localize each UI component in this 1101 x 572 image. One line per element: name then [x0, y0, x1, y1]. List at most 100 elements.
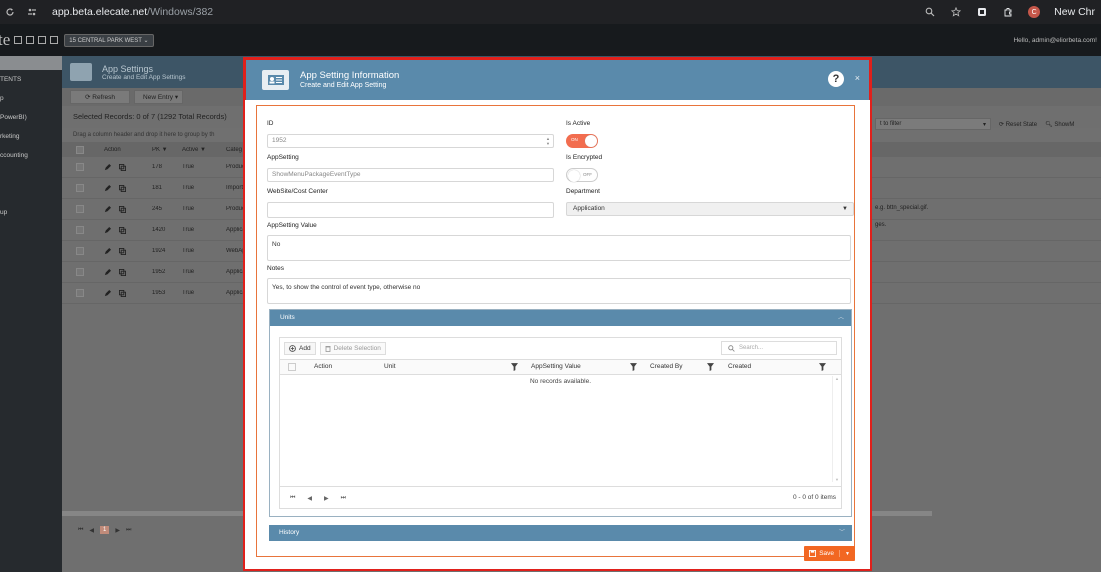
id-spinner[interactable]: ▲ ▼ [546, 136, 550, 146]
filter-icon[interactable] [511, 363, 518, 371]
pager-first[interactable]: ⏮ [78, 527, 83, 534]
plus-circle-icon [289, 345, 296, 352]
save-button[interactable]: Save ▼ [804, 546, 855, 561]
bookmark-star-icon[interactable] [950, 6, 962, 18]
units-select-all-checkbox[interactable] [288, 363, 296, 371]
copy-icon[interactable] [119, 184, 126, 192]
address-bar[interactable]: app.beta.elecate.net/Windows/382 [52, 6, 213, 18]
chevron-up-icon[interactable]: ︿ [838, 310, 844, 326]
units-col-created[interactable]: Created [728, 363, 751, 370]
units-vertical-scrollbar[interactable]: ▲ ▼ [832, 376, 841, 482]
row-checkbox[interactable] [76, 184, 84, 192]
row-checkbox[interactable] [76, 268, 84, 276]
puzzle-extensions-icon[interactable] [1002, 6, 1014, 18]
copy-icon[interactable] [119, 163, 126, 171]
filter-icon[interactable] [707, 363, 714, 371]
chevron-down-icon[interactable]: ﹀ [839, 525, 845, 541]
edit-pencil-icon[interactable] [104, 268, 111, 276]
edit-pencil-icon[interactable] [104, 163, 111, 171]
id-field[interactable]: 1952 ▲ ▼ [267, 134, 554, 148]
copy-icon[interactable] [119, 289, 126, 297]
units-col-unit[interactable]: Unit [384, 363, 396, 370]
filter-dropdown[interactable]: t to filter ▾ [875, 118, 991, 130]
grid-icon[interactable] [14, 36, 23, 44]
appsetting-value-textarea[interactable]: No [267, 235, 851, 261]
units-pager-first[interactable]: ⏮ [290, 495, 295, 502]
pager-next[interactable]: ▶ [115, 527, 120, 534]
truck-icon[interactable] [26, 36, 35, 44]
save-options-caret[interactable]: ▼ [840, 551, 855, 557]
units-col-action[interactable]: Action [314, 363, 332, 370]
app-logo[interactable]: te [0, 30, 10, 50]
sidebar-item-blank-2[interactable] [0, 184, 62, 203]
edit-pencil-icon[interactable] [104, 289, 111, 297]
copy-icon[interactable] [119, 247, 126, 255]
row-checkbox[interactable] [76, 247, 84, 255]
is-active-toggle[interactable]: ON [566, 134, 598, 148]
sidebar-item-accounting[interactable]: ccounting [0, 146, 62, 165]
phone-icon[interactable] [50, 36, 59, 44]
sidebar-item-blank-1[interactable] [0, 165, 62, 184]
pager-prev[interactable]: ◀ [89, 527, 94, 534]
notes-textarea[interactable]: Yes, to show the control of event type, … [267, 278, 851, 304]
edit-pencil-icon[interactable] [104, 247, 111, 255]
refresh-button[interactable]: ⟳ Refresh [70, 90, 131, 104]
units-col-appsetting-value[interactable]: AppSetting Value [531, 363, 581, 370]
browser-toolbar: app.beta.elecate.net/Windows/382 C New C… [0, 0, 1101, 24]
units-pager-prev[interactable]: ◀ [307, 495, 312, 502]
website-label: WebSite/Cost Center [267, 188, 328, 195]
copy-icon[interactable] [119, 268, 126, 276]
show-button[interactable]: 🔍︎ ShowM [1045, 121, 1074, 128]
profile-avatar[interactable]: C [1028, 6, 1041, 18]
location-dropdown[interactable]: 15 CENTRAL PARK WEST ⌄ [64, 33, 154, 47]
help-icon[interactable]: ? [828, 71, 844, 87]
sidebar-item-setup[interactable]: up [0, 203, 62, 222]
user-greeting[interactable]: Hello, admin@eliorbeta.com! [1013, 37, 1097, 44]
pager-last[interactable]: ⏭ [126, 527, 131, 534]
row-checkbox[interactable] [76, 289, 84, 297]
add-unit-button[interactable]: Add [284, 342, 316, 355]
copy-icon[interactable] [119, 226, 126, 234]
appsetting-field[interactable]: ShowMenuPackageEventType [267, 168, 554, 182]
history-panel-header[interactable]: History ﹀ [269, 525, 852, 541]
row-checkbox[interactable] [76, 205, 84, 213]
col-action[interactable]: Action [104, 147, 152, 153]
units-pager-next[interactable]: ▶ [324, 495, 329, 502]
row-checkbox[interactable] [76, 226, 84, 234]
units-panel-header[interactable]: Units ︿ [270, 310, 851, 326]
edit-pencil-icon[interactable] [104, 184, 111, 192]
reload-icon[interactable] [4, 6, 16, 18]
sidebar-search[interactable] [0, 56, 62, 70]
filter-icon[interactable] [819, 363, 826, 371]
sidebar-item-powerbi[interactable]: PowerBI) [0, 108, 62, 127]
zoom-icon[interactable] [924, 6, 936, 18]
units-col-created-by[interactable]: Created By [650, 363, 683, 370]
edit-pencil-icon[interactable] [104, 226, 111, 234]
units-search-input[interactable]: Search... [721, 341, 837, 355]
col-active[interactable]: Active ▼ [182, 147, 226, 153]
appsetting-label: AppSetting [267, 154, 299, 161]
site-info-icon[interactable] [26, 6, 38, 18]
close-icon[interactable]: × [855, 73, 860, 83]
is-encrypted-toggle[interactable]: OFF [566, 168, 598, 182]
pager-page[interactable]: 1 [100, 526, 110, 534]
website-field[interactable] [267, 202, 554, 218]
col-pk[interactable]: PK ▼ [152, 147, 182, 153]
reset-state-button[interactable]: ⟳ Reset State [999, 121, 1037, 128]
row-checkbox[interactable] [76, 163, 84, 171]
edit-pencil-icon[interactable] [104, 205, 111, 213]
sidebar-item-app[interactable]: p [0, 89, 62, 108]
new-entry-button[interactable]: New Entry ▾ [134, 90, 184, 104]
bg-pager: ⏮ ◀ 1 ▶ ⏭ [78, 526, 131, 534]
filter-icon[interactable] [630, 363, 637, 371]
sidebar-item-marketing[interactable]: rketing [0, 127, 62, 146]
delete-selection-button[interactable]: Delete Selection [319, 342, 386, 355]
copy-icon[interactable] [119, 205, 126, 213]
units-pager-last[interactable]: ⏭ [341, 495, 346, 502]
cell-pk: 245 [152, 206, 163, 212]
calendar-icon[interactable] [38, 36, 47, 44]
department-dropdown[interactable]: Application ▼ [566, 202, 854, 216]
new-chrome-button[interactable]: New Chr [1054, 6, 1095, 18]
select-all-checkbox[interactable] [76, 145, 84, 154]
extension-icon[interactable] [976, 6, 988, 18]
